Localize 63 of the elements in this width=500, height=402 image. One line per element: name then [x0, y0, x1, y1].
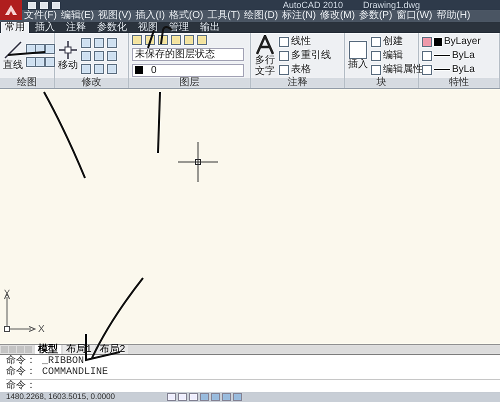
tool-label[interactable]: 线性 — [291, 36, 311, 47]
crosshair-cursor-icon — [178, 142, 218, 182]
layer-state-dropdown[interactable]: 未保存的图层状态 — [132, 48, 244, 60]
x-axis-label: X — [38, 325, 45, 335]
menu-item[interactable]: 窗口(W) — [396, 10, 432, 22]
command-input-field[interactable]: 命令： — [6, 381, 336, 392]
document-title: Drawing1.dwg — [362, 0, 420, 10]
menu-item[interactable]: 格式(O) — [168, 10, 204, 22]
ribbon-tab[interactable]: 插入 — [30, 22, 60, 33]
menu-item[interactable]: 编辑(E) — [60, 10, 94, 22]
tool-label[interactable]: 多行文字 — [254, 54, 276, 76]
tool-label[interactable]: 编辑 — [383, 50, 403, 61]
tool-label[interactable]: 移动 — [58, 60, 78, 71]
line-sample — [434, 55, 450, 56]
tool-label[interactable]: 插入 — [348, 59, 368, 70]
panel-title[interactable]: 图层 — [129, 78, 250, 88]
menu-item[interactable]: 帮助(H) — [436, 10, 470, 22]
move-arrows-icon — [58, 40, 78, 60]
tool-label[interactable]: 表格 — [291, 64, 311, 75]
coordinates-readout: 1480.2268, 1603.5015, 0.0000 — [6, 392, 115, 402]
property-value[interactable]: ByLa — [452, 64, 475, 75]
logo-icon — [4, 4, 18, 16]
ribbon-tab[interactable]: 输出 — [195, 22, 225, 33]
panel-title[interactable]: 绘图 — [0, 78, 54, 88]
annotation-stroke — [8, 51, 46, 56]
ribbon-tab[interactable]: 常用 — [1, 22, 29, 33]
layout-tab[interactable]: 布局1 — [63, 344, 95, 354]
panel-title[interactable]: 注释 — [251, 78, 344, 88]
window-title: AutoCAD 2010 — [282, 0, 343, 10]
menu-item[interactable]: 视图(V) — [98, 10, 132, 22]
tool-label[interactable]: 直线 — [3, 60, 23, 71]
ribbon-tab[interactable]: 视图 — [133, 22, 163, 33]
menu-item[interactable]: 插入(I) — [135, 10, 165, 22]
panel-title[interactable]: 块 — [345, 78, 418, 88]
annotation-stroke — [157, 92, 161, 154]
menu-item[interactable]: 绘图(D) — [244, 10, 278, 22]
layout-tab[interactable]: 模型 — [35, 344, 61, 354]
command-history-line: 命令： _RIBBON — [6, 356, 86, 367]
tool-label[interactable]: 多重引线 — [291, 50, 331, 61]
line-sample — [434, 69, 450, 70]
property-value[interactable]: ByLa — [452, 50, 475, 61]
ribbon-tab[interactable]: 参数化 — [92, 22, 132, 33]
color-swatch — [434, 38, 442, 46]
panel-title[interactable]: 特性 — [419, 78, 499, 88]
tool-label[interactable]: 编辑属性 — [383, 64, 423, 75]
menu-item[interactable]: 标注(N) — [282, 10, 316, 22]
layer-dropdown[interactable]: 0 — [132, 64, 244, 76]
menu-item[interactable]: 参数(P) — [358, 10, 392, 22]
layer-name: 0 — [151, 64, 157, 76]
property-value[interactable]: ByLayer — [444, 36, 481, 47]
command-history-line: 命令： COMMANDLINE — [6, 367, 110, 378]
ribbon-tab[interactable]: 注释 — [61, 22, 91, 33]
menu-item[interactable]: 工具(T) — [207, 10, 240, 22]
tool-label[interactable]: 创建 — [383, 36, 403, 47]
menu-item[interactable]: 文件(F) — [24, 10, 57, 22]
ribbon-tab[interactable]: 管理 — [164, 22, 194, 33]
app-menu-button[interactable] — [0, 0, 22, 20]
line-tool-icon — [3, 40, 23, 60]
annotation-stroke — [147, 30, 155, 48]
panel-title[interactable]: 修改 — [55, 78, 128, 88]
layer-color-swatch — [135, 66, 143, 74]
menu-item[interactable]: 修改(M) — [320, 10, 355, 22]
multiline-text-icon — [256, 34, 274, 54]
